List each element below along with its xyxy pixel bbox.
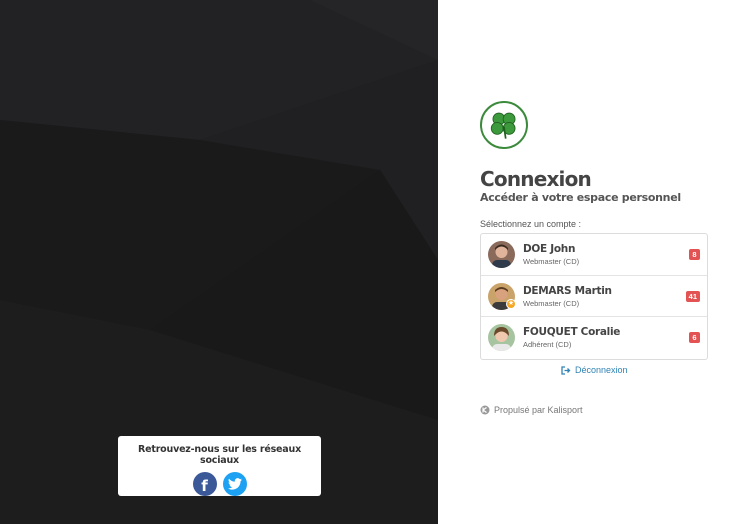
- clover-logo: [480, 101, 528, 149]
- account-item-fouquet-coralie[interactable]: FOUQUET Coralie Adhérent (CD) 6: [481, 317, 707, 359]
- account-list: DOE John Webmaster (CD) 8 ★ DEMARS Marti…: [480, 233, 708, 360]
- logout-link[interactable]: Déconnexion: [561, 365, 628, 375]
- avatar: [488, 241, 515, 268]
- select-account-label: Sélectionnez un compte :: [480, 219, 582, 229]
- social-title: Retrouvez-nous sur les réseaux sociaux: [138, 444, 301, 466]
- account-role: Adhérent (CD): [523, 340, 572, 349]
- account-role: Webmaster (CD): [523, 298, 580, 308]
- powered-by-label: Propulsé par Kalisport: [494, 405, 583, 415]
- notification-badge: 8: [689, 249, 700, 260]
- account-name: DOE John: [523, 243, 576, 255]
- sign-out-icon: [561, 365, 571, 375]
- notification-badge: 6: [689, 332, 700, 343]
- star-icon: ★: [506, 298, 516, 309]
- logout-label: Déconnexion: [575, 365, 628, 375]
- background-panel: Retrouvez-nous sur les réseaux sociaux f: [0, 0, 438, 524]
- social-networks-box: Retrouvez-nous sur les réseaux sociaux f: [118, 436, 321, 496]
- account-item-demars-martin[interactable]: ★ DEMARS Martin Webmaster (CD) 41: [481, 276, 707, 317]
- page-title: Connexion: [480, 167, 592, 191]
- account-role: Webmaster (CD): [523, 257, 580, 266]
- twitter-icon[interactable]: [222, 472, 247, 496]
- account-name: DEMARS Martin: [523, 284, 612, 297]
- avatar: [488, 324, 515, 351]
- account-name: FOUQUET Coralie: [523, 326, 621, 338]
- account-item-doe-john[interactable]: DOE John Webmaster (CD) 8: [481, 234, 707, 276]
- page-subtitle: Accéder à votre espace personnel: [480, 191, 681, 204]
- login-panel: Connexion Accéder à votre espace personn…: [438, 0, 750, 524]
- kalisport-icon: [480, 405, 490, 415]
- powered-by[interactable]: Propulsé par Kalisport: [480, 405, 583, 415]
- notification-badge: 41: [685, 290, 700, 302]
- facebook-icon[interactable]: f: [192, 472, 217, 496]
